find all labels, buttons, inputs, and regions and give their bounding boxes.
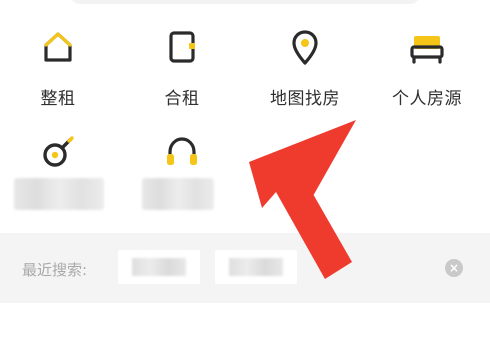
room-door-icon — [169, 31, 195, 63]
tile-shared-rent[interactable]: 合租 — [127, 0, 237, 109]
map-pin-icon — [292, 30, 318, 65]
chip-text-placeholder — [132, 258, 186, 276]
tile-label: 地图找房 — [270, 89, 340, 109]
recent-search-label: 最近搜索: — [22, 261, 88, 279]
tile-map-search[interactable]: 地图找房 — [250, 0, 360, 109]
bed-icon — [410, 36, 444, 64]
recent-search-chip[interactable] — [215, 250, 297, 284]
recent-search-bar: 最近搜索: × — [0, 233, 490, 303]
recent-search-chip[interactable] — [118, 250, 200, 284]
headphones-icon — [167, 137, 197, 165]
tile-whole-rent[interactable]: 整租 — [3, 0, 113, 109]
chip-text-placeholder — [229, 258, 283, 276]
clear-circle-icon[interactable]: × — [445, 259, 463, 277]
screen: 整租 合租 地图找房 个人房源 最近搜索: × — [0, 0, 490, 338]
tile-label-placeholder — [142, 178, 214, 210]
house-icon — [44, 32, 72, 62]
tile-personal-listings[interactable]: 个人房源 — [372, 0, 482, 109]
tile-label-placeholder — [14, 178, 104, 210]
top-card-edge — [70, 0, 420, 4]
frying-pan-icon — [43, 136, 74, 167]
tile-label: 个人房源 — [392, 89, 462, 109]
